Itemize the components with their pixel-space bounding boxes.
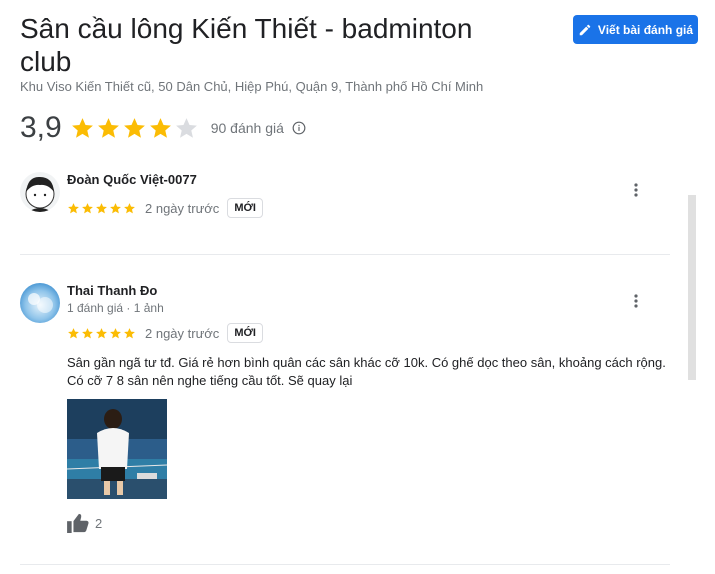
star-icon bbox=[97, 117, 119, 138]
star-icon bbox=[123, 117, 145, 138]
star-icon bbox=[82, 202, 93, 213]
star-icon bbox=[110, 202, 121, 213]
review-item: Thai Thanh Đo 1 đánh giá · 1 ảnh 2 ngày … bbox=[20, 283, 670, 543]
divider bbox=[20, 254, 670, 255]
star-icon bbox=[124, 327, 135, 338]
more-vert-icon bbox=[634, 294, 638, 308]
new-badge: MỚI bbox=[227, 323, 263, 343]
more-options-button[interactable] bbox=[624, 289, 648, 313]
rating-stars bbox=[70, 116, 199, 141]
reviewer-name[interactable]: Đoàn Quốc Việt-0077 bbox=[67, 172, 667, 188]
review-photo[interactable] bbox=[67, 399, 167, 499]
new-badge: MỚI bbox=[227, 198, 263, 218]
scrollbar[interactable] bbox=[688, 195, 696, 380]
star-icon bbox=[71, 117, 93, 138]
place-address: Khu Viso Kiến Thiết cũ, 50 Dân Chủ, Hiệp… bbox=[20, 79, 484, 94]
star-icon bbox=[96, 327, 107, 338]
reviewer-meta: 1 đánh giá · 1 ảnh bbox=[67, 301, 164, 315]
review-item: Đoàn Quốc Việt-0077 2 ngày trước MỚI bbox=[20, 172, 670, 242]
like-count: 2 bbox=[95, 515, 103, 531]
place-title: Sân cầu lông Kiến Thiết - badminton club bbox=[20, 13, 473, 77]
star-icon bbox=[96, 202, 107, 213]
star-icon bbox=[82, 327, 93, 338]
thumb-up-icon bbox=[67, 513, 89, 533]
write-review-label: Viết bài đánh giá bbox=[597, 22, 694, 37]
info-icon[interactable] bbox=[292, 121, 306, 135]
review-stars bbox=[67, 202, 136, 215]
like-button[interactable]: 2 bbox=[67, 513, 102, 533]
star-icon bbox=[68, 202, 79, 213]
reviewer-name[interactable]: Thai Thanh Đo bbox=[67, 283, 667, 299]
avatar[interactable] bbox=[20, 172, 60, 212]
review-time: 2 ngày trước bbox=[145, 200, 220, 216]
divider bbox=[20, 564, 670, 565]
review-text: Sân gần ngã tư tđ. Giá rẻ hơn bình quân … bbox=[67, 355, 666, 388]
star-icon bbox=[68, 327, 79, 338]
review-stars bbox=[67, 327, 136, 340]
star-icon bbox=[175, 117, 197, 138]
star-icon bbox=[124, 202, 135, 213]
rating-value: 3,9 bbox=[20, 111, 62, 144]
rating-summary: 3,9 90 đánh giá bbox=[20, 108, 306, 148]
write-review-button[interactable]: Viết bài đánh giá bbox=[573, 15, 698, 44]
review-count[interactable]: 90 đánh giá bbox=[211, 120, 284, 136]
more-options-button[interactable] bbox=[624, 178, 648, 202]
more-vert-icon bbox=[634, 183, 638, 197]
pencil-icon bbox=[579, 24, 591, 35]
star-icon bbox=[110, 327, 121, 338]
avatar[interactable] bbox=[20, 283, 60, 323]
review-time: 2 ngày trước bbox=[145, 325, 220, 341]
star-icon bbox=[149, 117, 171, 138]
